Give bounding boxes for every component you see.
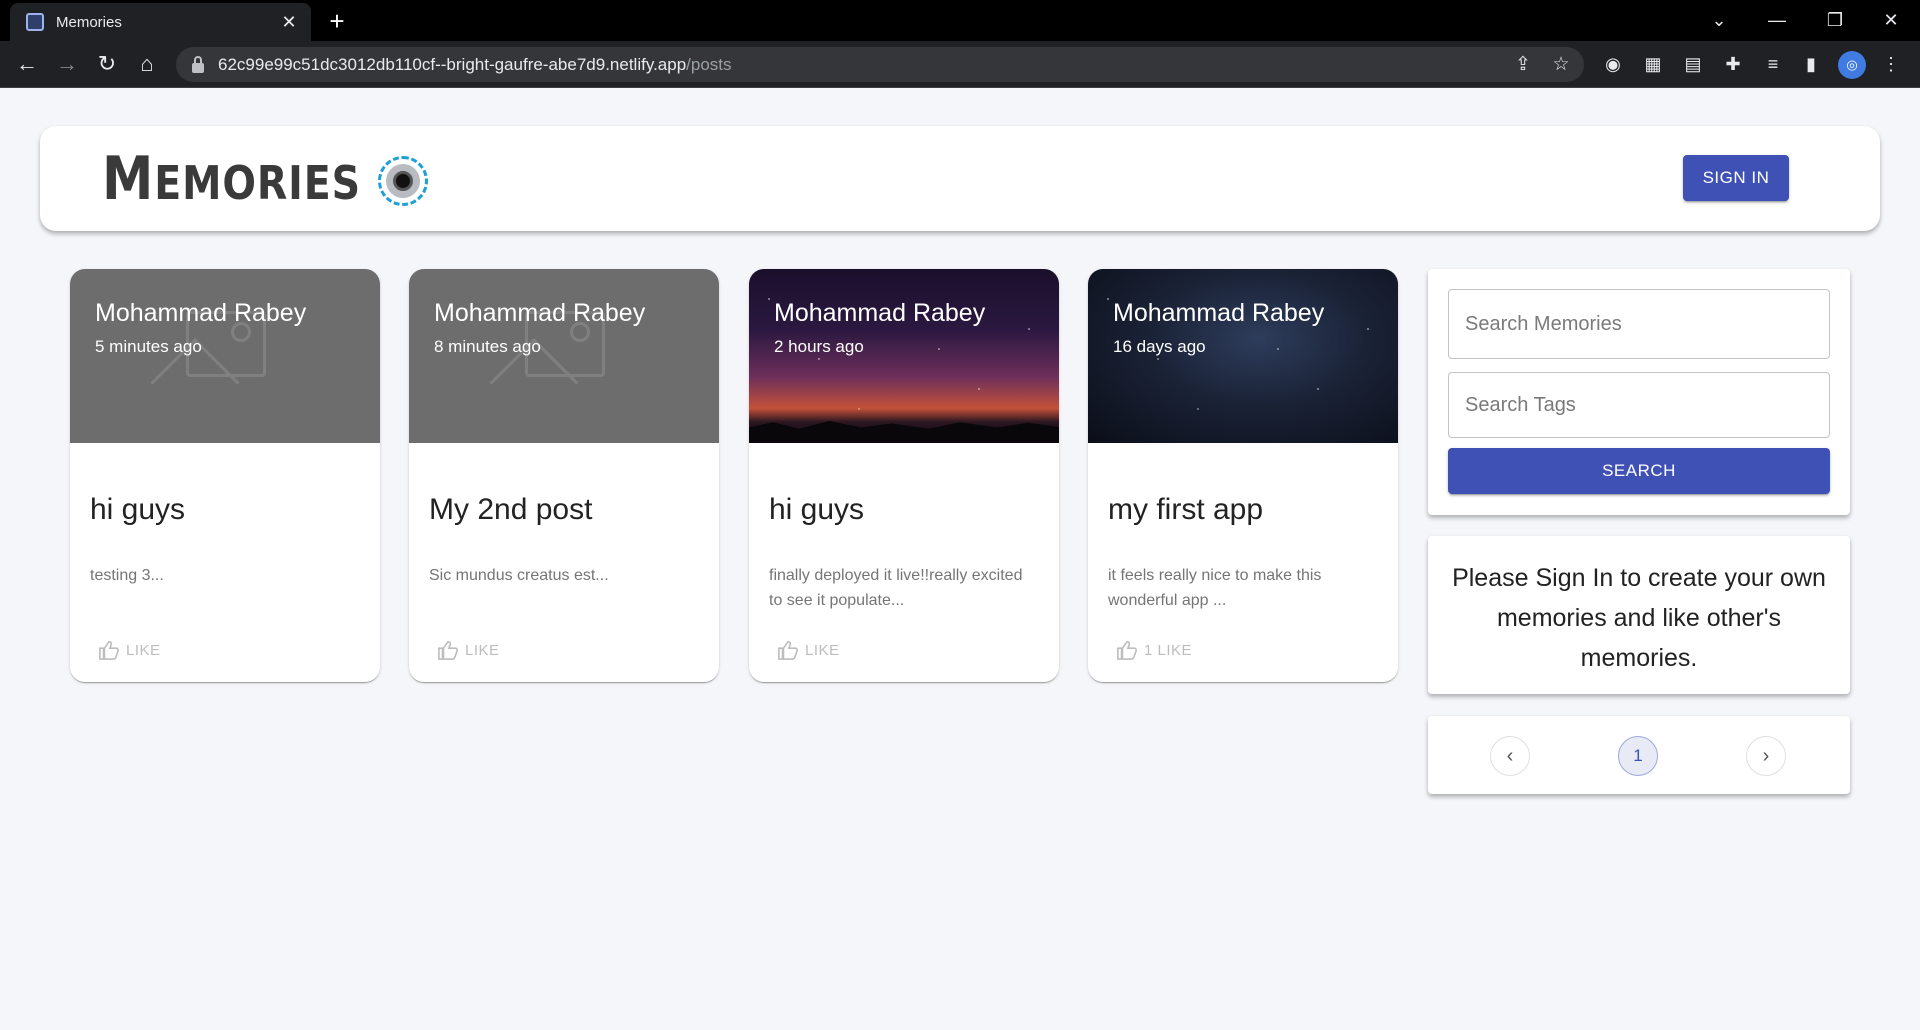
extension-icon[interactable]: ▦	[1640, 51, 1666, 77]
pagination: ‹ 1 ›	[1428, 716, 1850, 794]
post-message: Sic mundus creatus est...	[429, 567, 609, 584]
thumb-up-icon	[438, 640, 459, 660]
browser-tab[interactable]: Memories ✕	[10, 3, 311, 41]
post-message: testing 3...	[90, 567, 164, 584]
new-tab-button[interactable]: +	[322, 6, 352, 36]
like-button[interactable]: LIKE	[98, 640, 161, 660]
post-time: 8 minutes ago	[434, 337, 541, 356]
post-image: Mohammad Rabey 5 minutes ago	[70, 269, 380, 443]
home-icon[interactable]: ⌂	[130, 47, 164, 81]
puzzle-icon[interactable]: ✚	[1720, 51, 1746, 77]
app-header: MEMORIES SIGN IN	[40, 126, 1880, 231]
post-title: hi guys	[769, 493, 865, 526]
post-author: Mohammad Rabey	[774, 299, 986, 327]
search-button[interactable]: SEARCH	[1448, 448, 1830, 494]
post-author: Mohammad Rabey	[1113, 299, 1325, 327]
previous-page-chevron-icon[interactable]: ‹	[1490, 736, 1530, 776]
page-number-button[interactable]: 1	[1618, 736, 1658, 776]
thumb-up-icon	[99, 640, 120, 660]
like-button[interactable]: LIKE	[437, 640, 500, 660]
post-card: Mohammad Rabey 2 hours ago hi guys final…	[749, 269, 1059, 682]
close-window-button[interactable]: ✕	[1862, 0, 1920, 41]
browser-toolbar: ← → ↻ ⌂ 62c99e99c51dc3012db110cf--bright…	[0, 41, 1920, 88]
post-card: Mohammad Rabey 5 minutes ago hi guys tes…	[70, 269, 380, 682]
extension-icon[interactable]: ▤	[1680, 51, 1706, 77]
notice-text: Please Sign In to create your own memori…	[1452, 564, 1826, 672]
url-text: 62c99e99c51dc3012db110cf--bright-gaufre-…	[218, 54, 732, 74]
camera-lens-logo-icon	[378, 156, 428, 206]
tab-search-icon[interactable]: ⌄	[1690, 0, 1748, 41]
next-page-chevron-icon[interactable]: ›	[1746, 736, 1786, 776]
side-panel-icon[interactable]: ▮	[1798, 51, 1824, 77]
thumb-up-icon	[778, 640, 799, 660]
back-arrow-icon[interactable]: ←	[10, 47, 44, 81]
tab-title: Memories	[56, 13, 122, 31]
post-title: My 2nd post	[429, 493, 593, 526]
post-author: Mohammad Rabey	[95, 299, 307, 327]
post-time: 16 days ago	[1113, 337, 1206, 356]
like-button[interactable]: 1 LIKE	[1116, 640, 1192, 660]
post-image: Mohammad Rabey 8 minutes ago	[409, 269, 719, 443]
address-bar[interactable]: 62c99e99c51dc3012db110cf--bright-gaufre-…	[176, 47, 1584, 82]
post-card: Mohammad Rabey 16 days ago my first app …	[1088, 269, 1398, 682]
sign-in-button[interactable]: SIGN IN	[1683, 155, 1789, 201]
brand-title[interactable]: MEMORIES	[102, 144, 361, 218]
post-image: Mohammad Rabey 16 days ago	[1088, 269, 1398, 443]
minimize-button[interactable]: —	[1748, 0, 1806, 41]
search-memories-input[interactable]	[1449, 290, 1829, 358]
post-card: Mohammad Rabey 8 minutes ago My 2nd post…	[409, 269, 719, 682]
thumb-up-icon	[1117, 640, 1138, 660]
post-title: my first app	[1108, 493, 1264, 526]
profile-avatar[interactable]: ◎	[1838, 51, 1866, 79]
post-time: 5 minutes ago	[95, 337, 202, 356]
sign-in-notice: Please Sign In to create your own memori…	[1428, 536, 1850, 694]
post-message: finally deployed it live!!really excited…	[769, 567, 1023, 609]
like-button[interactable]: LIKE	[777, 640, 840, 660]
search-tags-input[interactable]	[1449, 373, 1829, 437]
lock-icon	[192, 55, 204, 73]
forward-arrow-icon[interactable]: →	[50, 47, 84, 81]
post-title: hi guys	[90, 493, 186, 526]
search-memories-field[interactable]	[1448, 289, 1830, 359]
menu-kebab-icon[interactable]: ⋮	[1878, 51, 1904, 77]
restore-button[interactable]: ❐	[1806, 0, 1864, 41]
favicon-icon	[26, 13, 44, 31]
post-author: Mohammad Rabey	[434, 299, 646, 327]
search-tags-field[interactable]	[1448, 372, 1830, 438]
browser-tabbar: Memories ✕ + ⌄ — ❐ ✕	[0, 0, 1920, 41]
bookmark-star-icon[interactable]: ☆	[1546, 50, 1576, 80]
post-image: Mohammad Rabey 2 hours ago	[749, 269, 1059, 443]
search-panel: SEARCH	[1428, 269, 1850, 515]
reload-icon[interactable]: ↻	[90, 47, 124, 81]
post-message: it feels really nice to make this wonder…	[1108, 567, 1322, 609]
media-queue-icon[interactable]: ≡	[1760, 51, 1786, 77]
close-tab-icon[interactable]: ✕	[275, 8, 303, 36]
post-time: 2 hours ago	[774, 337, 864, 356]
extension-icon[interactable]: ◉	[1600, 51, 1626, 77]
share-icon[interactable]: ⇪	[1508, 50, 1538, 80]
